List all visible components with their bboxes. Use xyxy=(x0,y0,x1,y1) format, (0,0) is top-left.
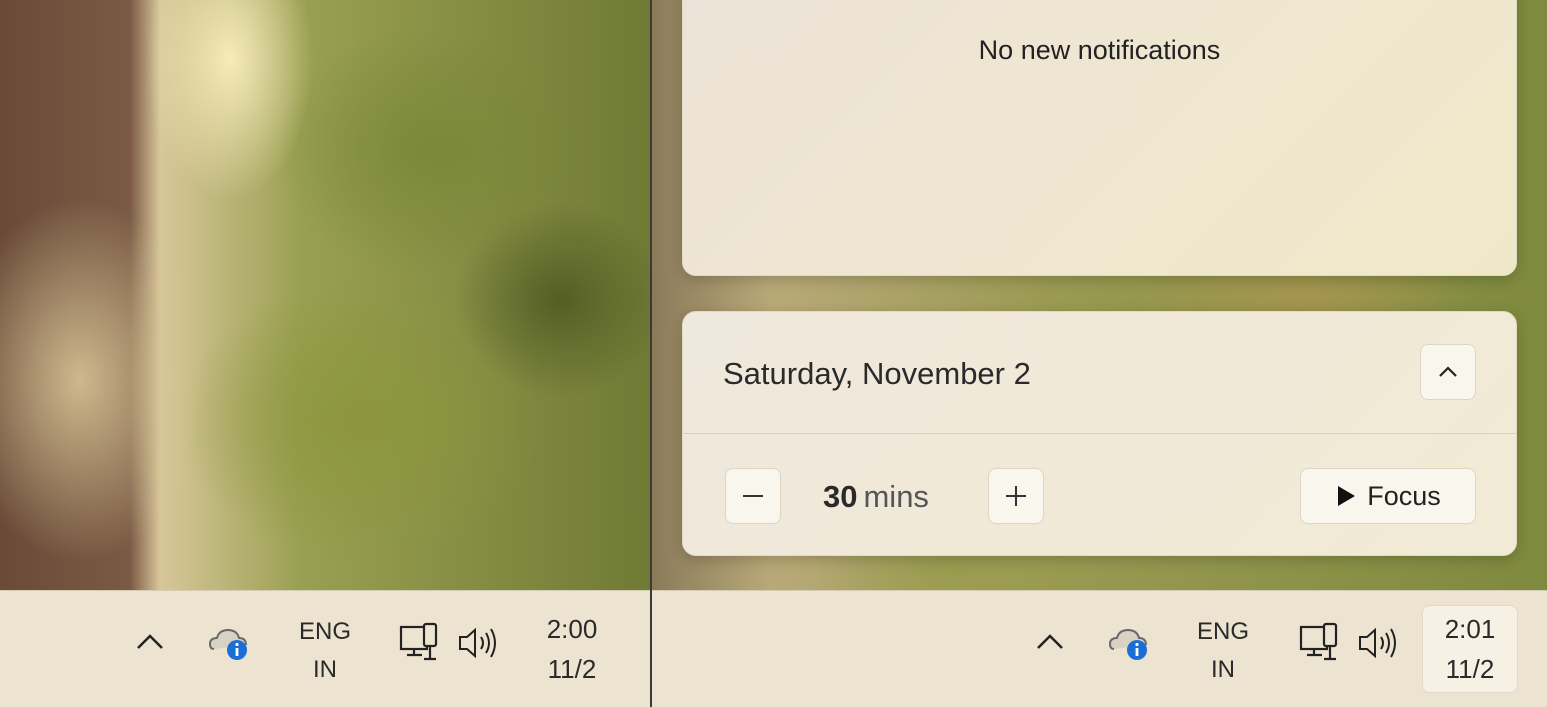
focus-duration: 30 mins xyxy=(823,479,929,515)
taskbar: ENG IN 2:00 11/2 xyxy=(0,590,650,707)
play-icon xyxy=(1338,486,1356,506)
chevron-up-icon xyxy=(1037,634,1063,649)
onedrive-tray-button[interactable] xyxy=(206,621,252,665)
no-notifications-message: No new notifications xyxy=(978,35,1221,65)
show-hidden-icons-button[interactable] xyxy=(130,621,170,661)
network-button[interactable] xyxy=(396,621,442,665)
calendar-date-label: Saturday, November 2 xyxy=(723,356,1031,391)
focus-session-row: 30 mins Focus xyxy=(683,434,1516,557)
clock-button[interactable]: 2:01 11/2 xyxy=(1422,605,1518,693)
language-code: ENG xyxy=(1196,618,1249,645)
volume-button[interactable] xyxy=(1356,621,1402,665)
volume-icon xyxy=(459,627,496,659)
network-icon xyxy=(399,622,438,661)
show-hidden-icons-button[interactable] xyxy=(1030,621,1070,661)
collapse-calendar-button[interactable] xyxy=(1420,344,1476,400)
notification-center: No new notifications xyxy=(682,0,1517,276)
language-region: IN xyxy=(1211,656,1235,683)
focus-button-label: Focus xyxy=(1367,480,1441,511)
network-button[interactable] xyxy=(1296,621,1342,665)
volume-icon xyxy=(1359,627,1396,659)
increase-duration-button[interactable] xyxy=(988,468,1044,524)
clock-time: 2:00 xyxy=(546,614,598,644)
duration-value: 30 xyxy=(823,479,858,514)
language-code: ENG xyxy=(298,618,351,645)
clock-date: 11/2 xyxy=(547,654,597,684)
network-icon xyxy=(1299,622,1338,661)
input-language-button[interactable]: ENG IN xyxy=(1188,613,1258,689)
onedrive-info-icon xyxy=(208,628,247,660)
input-language-button[interactable]: ENG IN xyxy=(290,613,360,689)
language-region: IN xyxy=(313,656,337,683)
taskbar: ENG IN 2:01 11/2 xyxy=(652,590,1547,707)
start-focus-button[interactable]: Focus xyxy=(1300,468,1476,524)
calendar-flyout: Saturday, November 2 30 mins Focus xyxy=(682,311,1517,556)
onedrive-tray-button[interactable] xyxy=(1106,621,1152,665)
right-desktop: No new notifications Saturday, November … xyxy=(652,0,1547,707)
decrease-duration-button[interactable] xyxy=(725,468,781,524)
chevron-up-icon xyxy=(137,634,163,649)
left-desktop: ENG IN 2:00 11/2 xyxy=(0,0,650,707)
onedrive-info-icon xyxy=(1108,628,1147,660)
desktop-wallpaper xyxy=(0,0,650,590)
chevron-up-icon xyxy=(1439,366,1457,377)
plus-icon xyxy=(1006,486,1026,506)
clock-time: 2:01 xyxy=(1444,614,1496,644)
volume-button[interactable] xyxy=(456,621,502,665)
calendar-header: Saturday, November 2 xyxy=(683,312,1516,434)
minus-icon xyxy=(743,495,763,497)
clock-button[interactable]: 2:00 11/2 xyxy=(524,605,620,693)
duration-unit: mins xyxy=(863,479,929,514)
clock-date: 11/2 xyxy=(1445,654,1495,684)
